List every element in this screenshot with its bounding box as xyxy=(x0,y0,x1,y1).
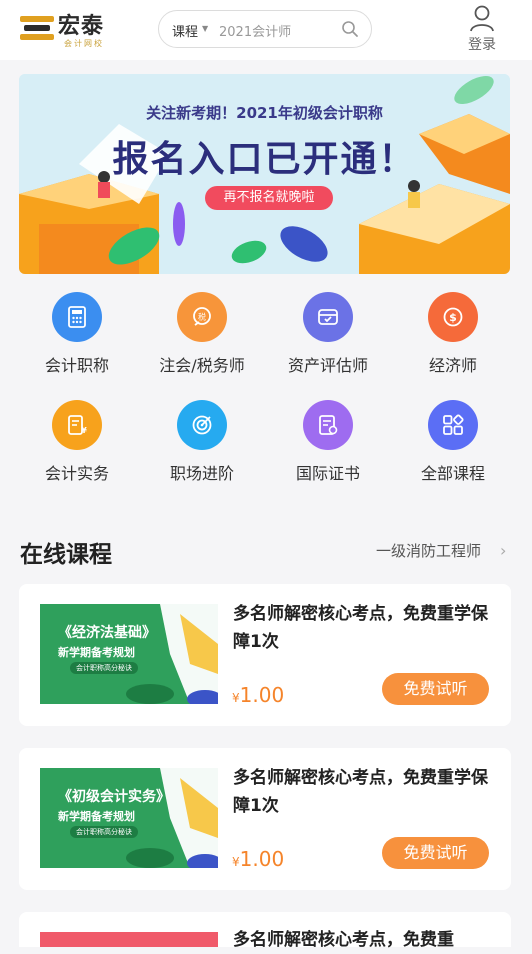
logo-name: 宏泰 xyxy=(58,13,105,39)
currency-symbol: ¥ xyxy=(232,855,240,869)
course-title[interactable]: 多名师解密核心考点，免费重学保障1次 xyxy=(233,764,495,820)
banner-subheadline: 关注新考期！2021年初级会计职称 xyxy=(146,104,383,122)
course-price: ¥1.00 xyxy=(232,683,284,707)
thumbnail-subtitle: 新学期备考规划 xyxy=(58,646,135,659)
category-economist[interactable]: $ 经济师 xyxy=(393,292,513,376)
course-thumbnail[interactable]: 《经济法基础》 新学期备考规划 会计职称高分秘诀 xyxy=(40,604,218,704)
category-label: 经济师 xyxy=(428,356,477,375)
wallet-icon xyxy=(303,292,353,342)
logo-mark-icon xyxy=(20,16,54,40)
thumbnail-title: 《初级会计实务》 xyxy=(58,789,170,805)
course-card[interactable]: 多名师解密核心考点，免费重 xyxy=(19,912,511,950)
search-category-select[interactable]: 课程 xyxy=(172,21,198,40)
category-asset-appraiser[interactable]: 资产评估师 xyxy=(268,292,388,376)
category-label: 资产评估师 xyxy=(287,356,368,375)
free-trial-button[interactable]: 免费试听 xyxy=(382,837,489,869)
category-label: 会计实务 xyxy=(44,464,109,483)
category-cpa-tax[interactable]: 税 注会/税务师 xyxy=(142,292,262,376)
calculator-icon xyxy=(52,292,102,342)
top-header: 宏泰 会计网校 课程 ▼ 2021会计师 登录 xyxy=(0,0,532,60)
coin-icon: $ xyxy=(428,292,478,342)
category-label: 会计职称 xyxy=(44,356,109,375)
login-label: 登录 xyxy=(468,37,496,53)
section-title: 在线课程 xyxy=(20,542,112,568)
category-career-advance[interactable]: 职场进阶 xyxy=(142,400,262,484)
section-more-link[interactable]: 一级消防工程师 xyxy=(376,540,481,561)
logo[interactable]: 宏泰 会计网校 xyxy=(18,8,118,50)
target-icon xyxy=(177,400,227,450)
category-accounting-title[interactable]: 会计职称 xyxy=(17,292,137,376)
thumbnail-tag: 会计职称高分秘诀 xyxy=(70,662,138,674)
category-accounting-practice[interactable]: ¥ 会计实务 xyxy=(17,400,137,484)
thumbnail-tag: 会计职称高分秘诀 xyxy=(70,826,138,838)
search-bar[interactable]: 课程 ▼ 2021会计师 xyxy=(158,10,372,48)
search-icon[interactable] xyxy=(341,20,359,38)
thumbnail-subtitle: 新学期备考规划 xyxy=(58,810,135,823)
category-intl-certificate[interactable]: 国际证书 xyxy=(268,400,388,484)
price-value: 1.00 xyxy=(239,683,285,707)
thumbnail-title: 《经济法基础》 xyxy=(58,625,156,641)
login-button[interactable]: 登录 xyxy=(460,4,504,54)
promo-banner[interactable]: 关注新考期！2021年初级会计职称 报名入口已开通！ 再不报名就晚啦 xyxy=(19,74,510,274)
category-label: 国际证书 xyxy=(295,464,360,483)
price-value: 1.00 xyxy=(239,847,285,871)
currency-symbol: ¥ xyxy=(232,691,240,705)
logo-subtitle: 会计网校 xyxy=(64,39,104,48)
course-card[interactable]: 《经济法基础》 新学期备考规划 会计职称高分秘诀 多名师解密核心考点，免费重学保… xyxy=(19,584,511,726)
category-all-courses[interactable]: 全部课程 xyxy=(393,400,513,484)
document-icon: ¥ xyxy=(52,400,102,450)
banner-cta-pill[interactable]: 再不报名就晚啦 xyxy=(205,186,333,210)
category-label: 注会/税务师 xyxy=(159,356,245,375)
svg-text:$: $ xyxy=(449,311,457,324)
chevron-right-icon[interactable]: › xyxy=(500,541,506,560)
course-title[interactable]: 多名师解密核心考点，免费重学保障1次 xyxy=(233,600,495,656)
course-thumbnail[interactable]: 《初级会计实务》 新学期备考规划 会计职称高分秘诀 xyxy=(40,768,218,868)
tax-icon: 税 xyxy=(177,292,227,342)
category-label: 全部课程 xyxy=(420,464,485,483)
grid-icon xyxy=(428,400,478,450)
certificate-icon xyxy=(303,400,353,450)
svg-text:¥: ¥ xyxy=(81,426,87,435)
free-trial-button[interactable]: 免费试听 xyxy=(382,673,489,705)
course-thumbnail[interactable] xyxy=(40,932,218,947)
caret-down-icon: ▼ xyxy=(202,24,209,33)
course-card[interactable]: 《初级会计实务》 新学期备考规划 会计职称高分秘诀 多名师解密核心考点，免费重学… xyxy=(19,748,511,890)
course-price: ¥1.00 xyxy=(232,847,284,871)
search-input[interactable]: 2021会计师 xyxy=(219,21,291,40)
course-title[interactable]: 多名师解密核心考点，免费重 xyxy=(233,926,495,954)
category-label: 职场进阶 xyxy=(169,464,234,483)
user-icon xyxy=(470,5,494,32)
banner-headline: 报名入口已开通！ xyxy=(112,139,417,180)
svg-text:税: 税 xyxy=(198,312,206,322)
